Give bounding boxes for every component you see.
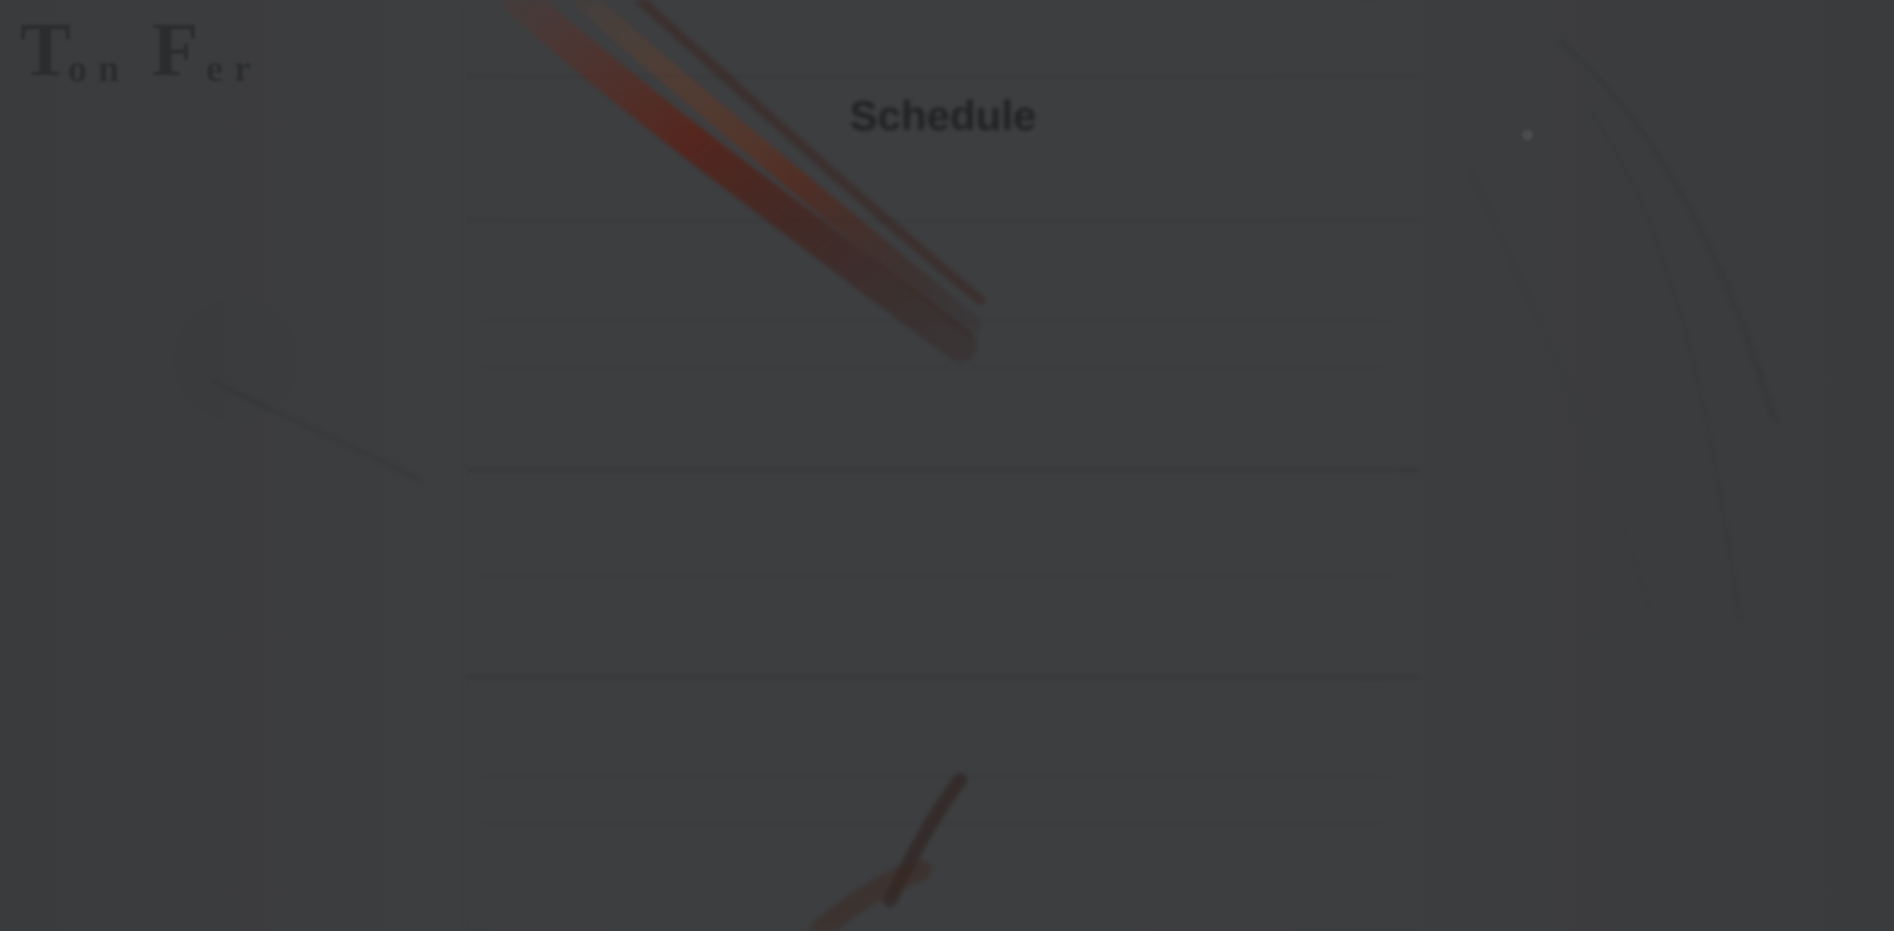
logo-glyph: r <box>234 48 251 90</box>
logo-glyph: o <box>68 48 87 90</box>
schedule-row <box>479 575 1407 616</box>
schedule-panel: Schedule <box>467 0 1419 931</box>
ghost-watermark: • <box>1512 109 1544 162</box>
day-block <box>467 676 1419 931</box>
top-bar <box>467 0 1419 77</box>
schedule-row <box>479 366 1407 407</box>
schedule-row <box>479 867 1407 908</box>
schedule-row <box>479 777 1407 818</box>
schedule-row <box>479 619 1407 660</box>
site-logo[interactable]: T o n F e r <box>20 12 280 92</box>
day-block <box>467 470 1419 678</box>
page-title: Schedule <box>849 92 1037 139</box>
logo-glyph: F <box>152 8 199 92</box>
page-root: T o n F e r Schedule • <box>0 0 1894 931</box>
logo-glyph: e <box>206 48 223 90</box>
logo-glyph: T <box>20 8 71 92</box>
schedule-row <box>479 822 1407 863</box>
schedule-row <box>479 411 1407 452</box>
schedule-row <box>479 321 1407 362</box>
day-block <box>467 220 1419 470</box>
logo-glyph: n <box>98 48 120 90</box>
